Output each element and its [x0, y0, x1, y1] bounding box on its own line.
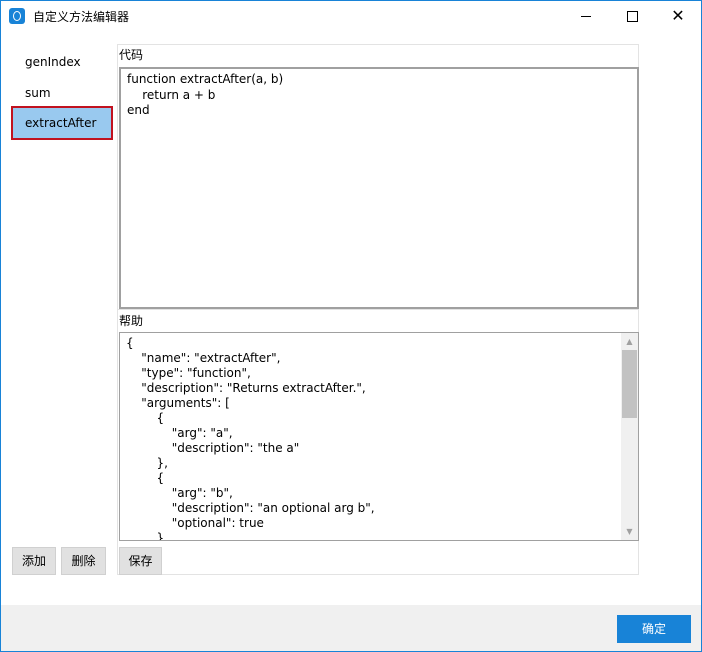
close-button[interactable]: ✕ [655, 1, 701, 31]
app-logo-icon [9, 8, 25, 24]
save-button[interactable]: 保存 [119, 547, 162, 575]
method-item-label: genIndex [25, 55, 81, 69]
ok-button[interactable]: 确定 [617, 615, 691, 643]
delete-button[interactable]: 删除 [61, 547, 106, 575]
code-editor[interactable]: function extractAfter(a, b) return a + b… [119, 67, 639, 309]
help-scrollbar[interactable]: ▲ ▼ [621, 333, 638, 540]
method-list: genIndex sum extractAfter [11, 45, 113, 545]
help-label: 帮助 [119, 314, 144, 328]
method-item-sum[interactable]: sum [13, 79, 109, 107]
help-editor[interactable]: { "name": "extractAfter", "type": "funct… [119, 332, 639, 541]
maximize-icon [627, 11, 638, 22]
minimize-button[interactable] [563, 1, 609, 31]
code-label: 代码 [119, 48, 144, 62]
scroll-up-icon[interactable]: ▲ [621, 333, 638, 350]
method-item-label: extractAfter [25, 116, 97, 130]
scroll-down-icon[interactable]: ▼ [621, 523, 638, 540]
window-title: 自定义方法编辑器 [33, 10, 130, 24]
method-item-label: sum [25, 86, 51, 100]
maximize-button[interactable] [609, 1, 655, 31]
help-content: { "name": "extractAfter", "type": "funct… [126, 336, 375, 541]
close-icon: ✕ [671, 6, 685, 25]
method-item-genindex[interactable]: genIndex [13, 48, 109, 76]
minimize-icon [581, 16, 591, 17]
method-item-extractafter[interactable]: extractAfter [11, 106, 113, 140]
dialog-footer: 确定 [1, 605, 701, 651]
title-bar[interactable]: 自定义方法编辑器 ✕ [1, 1, 701, 31]
code-content: function extractAfter(a, b) return a + b… [127, 72, 284, 117]
method-editor-window: 自定义方法编辑器 ✕ genIndex sum extractAfter 代码 … [0, 0, 702, 652]
scroll-thumb[interactable] [622, 350, 637, 418]
add-button[interactable]: 添加 [12, 547, 56, 575]
